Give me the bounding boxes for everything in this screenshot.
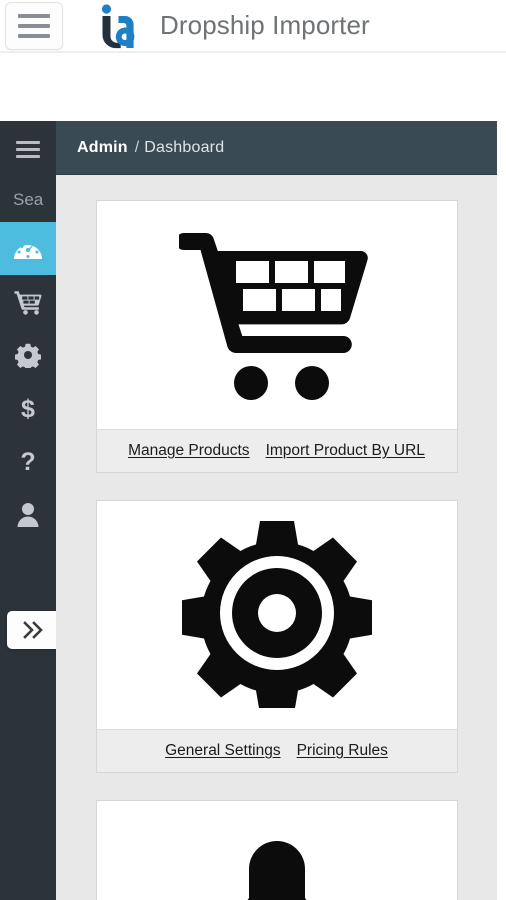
breadcrumb: Admin / Dashboard (56, 121, 497, 175)
svg-text:?: ? (20, 448, 35, 475)
breadcrumb-root[interactable]: Admin (77, 139, 128, 157)
app-root: Dropship Importer Sea $ ? Admin / Dashbo… (0, 0, 506, 900)
page-right-margin (497, 53, 506, 900)
shopping-cart-icon (175, 225, 375, 406)
app-topbar: Dropship Importer (0, 0, 506, 51)
svg-text:$: $ (21, 395, 35, 422)
link-import-product-by-url[interactable]: Import Product By URL (266, 442, 425, 460)
hamburger-icon-bar (16, 147, 40, 151)
card-account (95, 800, 458, 900)
card-settings-footer: General Settings Pricing Rules (96, 729, 457, 772)
sidebar-item-help[interactable]: ? (0, 434, 56, 487)
card-settings-body (96, 501, 457, 729)
sidebar-item-dashboard[interactable] (0, 222, 56, 275)
sidebar-item-products[interactable] (0, 275, 56, 328)
sidebar-expand-button[interactable] (7, 611, 61, 649)
user-icon (16, 501, 40, 527)
card-products: Manage Products Import Product By URL (95, 200, 458, 473)
hamburger-icon-bar (18, 13, 50, 18)
hamburger-icon-bar (16, 140, 40, 144)
topbar-gap-band (0, 53, 506, 121)
sidebar-menu-toggle[interactable] (0, 121, 56, 177)
breadcrumb-current: Dashboard (144, 138, 225, 156)
sidebar-search-input[interactable]: Sea (0, 177, 56, 222)
breadcrumb-separator: / (134, 138, 140, 156)
app-title: Dropship Importer (160, 10, 370, 40)
brand-logo-ia-icon (96, 3, 138, 49)
hamburger-icon-bar (16, 154, 40, 158)
dashboard-gauge-icon (13, 237, 43, 261)
dashboard-cards: Manage Products Import Product By URL Ge… (56, 175, 497, 900)
shopping-cart-icon (14, 289, 42, 315)
hamburger-icon-bar (18, 23, 50, 28)
sidebar-item-settings[interactable] (0, 328, 56, 381)
sidebar: Sea $ ? (0, 121, 61, 900)
brand[interactable]: Dropship Importer (96, 3, 370, 49)
sidebar-item-pricing[interactable]: $ (0, 381, 56, 434)
card-products-footer: Manage Products Import Product By URL (96, 429, 457, 472)
link-pricing-rules[interactable]: Pricing Rules (297, 742, 388, 760)
sidebar-expand-wrapper (7, 611, 61, 649)
card-account-body (96, 801, 457, 900)
link-general-settings[interactable]: General Settings (165, 742, 280, 760)
question-mark-icon: ? (18, 447, 38, 475)
user-icon (202, 829, 352, 900)
link-manage-products[interactable]: Manage Products (128, 442, 250, 460)
sidebar-item-account[interactable] (0, 487, 56, 540)
sidebar-search-label: Sea (13, 189, 44, 209)
gear-icon (180, 518, 373, 714)
gear-icon (15, 342, 41, 368)
content-area: Admin / Dashboard Manage Products Import… (56, 121, 497, 900)
card-settings: General Settings Pricing Rules (95, 500, 458, 773)
topbar-menu-button[interactable] (5, 1, 63, 50)
card-products-body (96, 201, 457, 429)
dollar-icon: $ (18, 394, 38, 422)
chevron-double-right-icon (22, 621, 46, 639)
hamburger-icon-bar (18, 33, 50, 38)
